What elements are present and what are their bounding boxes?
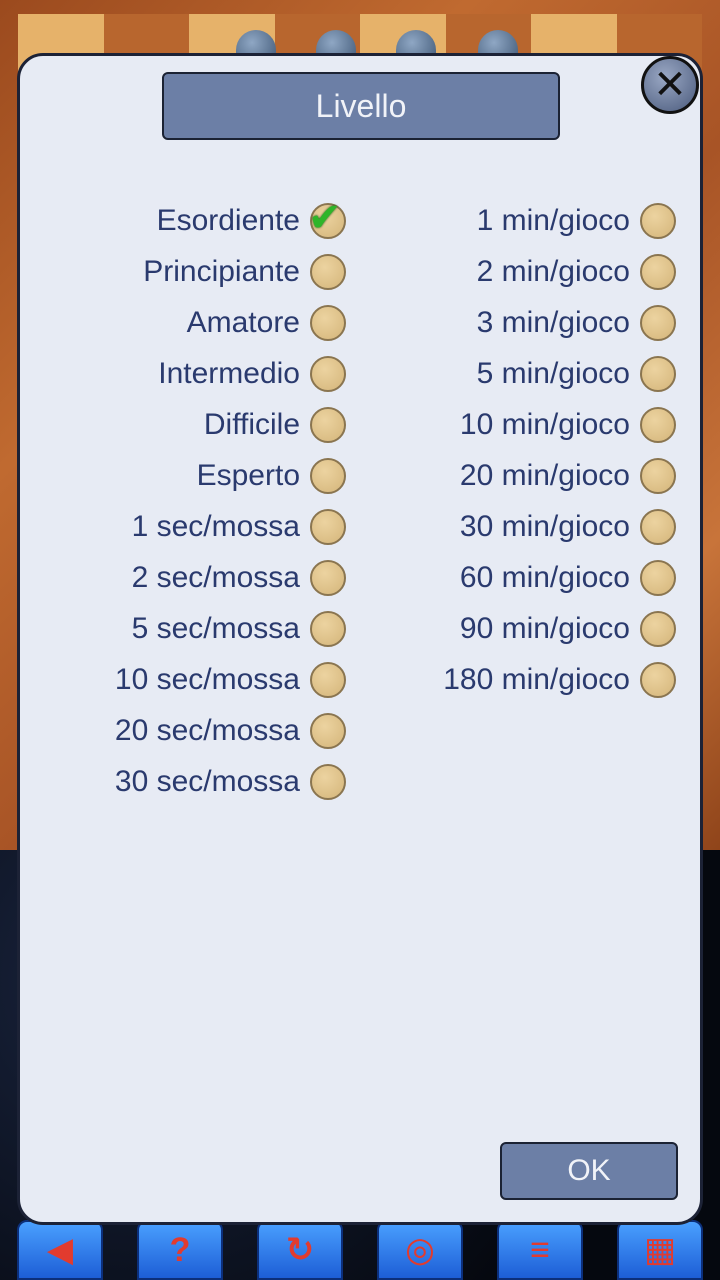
- level-option[interactable]: 20 min/gioco: [20, 456, 680, 496]
- ok-button[interactable]: OK: [500, 1142, 678, 1200]
- level-option-label: 10 min/gioco: [459, 408, 630, 441]
- level-option[interactable]: 180 min/gioco: [20, 660, 680, 700]
- radio-button[interactable]: [640, 560, 676, 596]
- radio-button[interactable]: [640, 356, 676, 392]
- radio-button[interactable]: [310, 713, 346, 749]
- dialog-title-box: Livello: [162, 72, 560, 140]
- target-icon[interactable]: ◎: [377, 1220, 463, 1280]
- close-icon[interactable]: ✕: [641, 56, 699, 114]
- level-option-label: 20 min/gioco: [459, 459, 630, 492]
- level-option[interactable]: 30 min/gioco: [20, 507, 680, 547]
- level-option-label: 30 min/gioco: [459, 510, 630, 543]
- level-option-label: 3 min/gioco: [476, 306, 630, 339]
- level-option[interactable]: 1 min/gioco: [20, 201, 680, 241]
- radio-button[interactable]: [640, 305, 676, 341]
- level-option[interactable]: 2 min/gioco: [20, 252, 680, 292]
- help-icon[interactable]: ?: [137, 1220, 223, 1280]
- level-option-label: 180 min/gioco: [443, 663, 630, 696]
- level-option[interactable]: 5 min/gioco: [20, 354, 680, 394]
- menu-icon[interactable]: ≡: [497, 1220, 583, 1280]
- radio-button[interactable]: [640, 407, 676, 443]
- level-option-label: 30 sec/mossa: [114, 765, 300, 798]
- radio-button[interactable]: [640, 254, 676, 290]
- level-option-label: 20 sec/mossa: [114, 714, 300, 747]
- level-option[interactable]: 30 sec/mossa: [20, 762, 350, 802]
- level-option[interactable]: 90 min/gioco: [20, 609, 680, 649]
- level-option-label: 2 min/gioco: [476, 255, 630, 288]
- radio-button[interactable]: [640, 458, 676, 494]
- level-option-label: 5 min/gioco: [476, 357, 630, 390]
- radio-button[interactable]: [640, 611, 676, 647]
- level-option-label: 60 min/gioco: [459, 561, 630, 594]
- level-option[interactable]: 3 min/gioco: [20, 303, 680, 343]
- level-option[interactable]: 60 min/gioco: [20, 558, 680, 598]
- radio-button[interactable]: [640, 203, 676, 239]
- radio-button[interactable]: [640, 662, 676, 698]
- radio-button[interactable]: [310, 764, 346, 800]
- board-icon[interactable]: ▦: [617, 1220, 703, 1280]
- level-dialog: Livello ✕ Esordiente ✔ Principiante Amatore…: [17, 53, 703, 1225]
- level-option[interactable]: 10 min/gioco: [20, 405, 680, 445]
- dialog-title: Livello: [315, 87, 407, 124]
- back-arrow-icon[interactable]: ◀: [17, 1220, 103, 1280]
- bottom-toolbar: ◀ ? ↻ ◎ ≡ ▦: [0, 1218, 720, 1280]
- level-option-label: 90 min/gioco: [459, 612, 630, 645]
- radio-button[interactable]: [640, 509, 676, 545]
- level-option[interactable]: 20 sec/mossa: [20, 711, 350, 751]
- level-option-label: 1 min/gioco: [476, 204, 630, 237]
- rotate-icon[interactable]: ↻: [257, 1220, 343, 1280]
